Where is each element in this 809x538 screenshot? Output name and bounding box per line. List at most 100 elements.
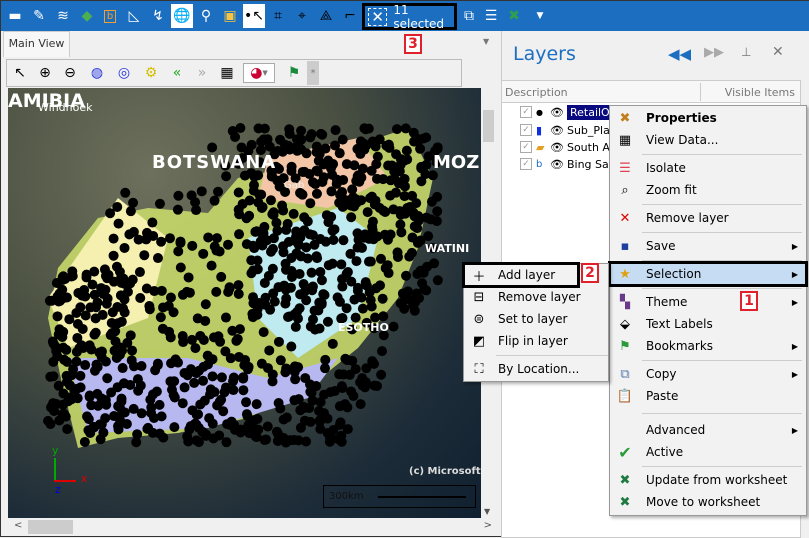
outlet-point (53, 380, 64, 391)
outlet-point (92, 388, 103, 399)
forward-icon[interactable]: » (192, 63, 212, 83)
tab-menu-icon[interactable]: ▼ (483, 37, 489, 46)
layers-icon[interactable]: ≋ (52, 4, 74, 28)
pointer-icon[interactable]: ↖ (10, 63, 30, 83)
menu-advanced[interactable]: Advanced ▶ (610, 419, 806, 441)
menu-update-from-worksheet[interactable]: ✖ Update from worksheet (610, 469, 806, 491)
map-horizontal-scrollbar[interactable]: < > (8, 518, 496, 536)
layer-row[interactable]: ✓ ▮ 👁 Sub_Pla (506, 121, 610, 139)
menu-zoom-fit[interactable]: ⌕ Zoom fit (610, 179, 806, 201)
menu-save[interactable]: ▪ Save ▶ (610, 235, 806, 257)
bookmark-icon[interactable]: ⚑ (284, 63, 304, 83)
menu-flip-in-layer[interactable]: ◩ Flip in layer (464, 330, 608, 352)
outlet-point (271, 217, 282, 228)
menu-remove-layer[interactable]: ✕ Remove layer (610, 207, 806, 229)
layer-row[interactable]: ✓ ▰ 👁 South A (506, 138, 610, 156)
back-icon[interactable]: « (167, 63, 187, 83)
outlet-point (320, 143, 331, 154)
more-button[interactable]: * (307, 61, 319, 85)
outlet-point (336, 430, 347, 441)
globe-extent-icon[interactable]: ◎ (114, 63, 134, 83)
select-line-icon[interactable]: ⌐ (339, 4, 361, 28)
outlet-point (179, 382, 190, 393)
menu-add-layer[interactable]: ＋ Add layer (462, 262, 580, 288)
outlet-point (98, 427, 109, 438)
outlet-point (247, 308, 258, 319)
map-view[interactable]: AMIBIA Windhoek BOTSWANA MOZ Gab WATINI … (8, 88, 481, 518)
menu-set-to-layer[interactable]: ⊜ Set to layer (464, 308, 608, 330)
outlet-point (244, 195, 255, 206)
pin-icon[interactable]: ⚲ (195, 4, 217, 28)
outlet-point (290, 321, 301, 332)
menu-paste[interactable]: 📋 Paste (610, 385, 806, 407)
tab-main-view[interactable]: Main View (3, 31, 70, 57)
window-icon[interactable]: ⧉ (458, 4, 480, 28)
outlet-point (293, 394, 304, 405)
outlet-point (62, 424, 73, 435)
zoom-out-icon[interactable]: ⊖ (60, 63, 80, 83)
menu-bookmarks[interactable]: ⚑ Bookmarks ▶ (610, 335, 806, 357)
menu-move-to-worksheet[interactable]: ✖ Move to worksheet (610, 491, 806, 513)
layer-row[interactable]: ✓ ● 👁 RetailOu (506, 103, 620, 121)
outlet-point (348, 391, 359, 402)
gear-icon[interactable]: ⚙ (141, 63, 161, 83)
theme-dropdown[interactable]: ◕ ▼ (243, 63, 275, 83)
clear-selection-button[interactable]: ✕ 11 selected (362, 3, 457, 31)
outlet-point (360, 377, 371, 388)
outlet-point (316, 275, 327, 286)
bing-icon[interactable]: b (99, 4, 121, 28)
column-description[interactable]: Description (505, 86, 568, 99)
pin-icon[interactable]: ⊥ (741, 45, 751, 59)
select-pointer-icon[interactable]: •↖ (243, 4, 265, 28)
outlet-point (156, 411, 167, 422)
close-icon[interactable]: ✕ (772, 44, 784, 60)
outlet-point (190, 197, 201, 208)
open-folder-icon[interactable]: ▬ (4, 4, 26, 28)
outlet-point (404, 202, 415, 213)
outlet-point (355, 136, 366, 147)
select-rect-icon[interactable]: ⌗ (267, 4, 289, 28)
menu-isolate[interactable]: ☰ Isolate (610, 157, 806, 179)
layers-grid-header: Description Visible Items (501, 80, 801, 103)
dropdown-icon[interactable]: ▼ (529, 4, 551, 28)
menu-by-location[interactable]: ⛶ By Location... (464, 358, 608, 380)
outlet-point (134, 267, 145, 278)
menu-text-labels[interactable]: ⬙ Text Labels (610, 313, 806, 335)
menu-theme[interactable]: ▚ Theme ▶ (610, 291, 806, 313)
excel-icon: ✖ (619, 494, 631, 510)
outlet-point (307, 395, 318, 406)
outlet-point (190, 343, 201, 354)
column-visible-items[interactable]: Visible Items (725, 86, 795, 99)
outlet-point (316, 128, 327, 139)
outlet-point (299, 212, 310, 223)
globe-full-icon[interactable]: ◍ (87, 63, 107, 83)
axis-icon[interactable]: ↯ (147, 4, 169, 28)
map-icon[interactable]: ◆ (76, 4, 98, 28)
zoom-in-icon[interactable]: ⊕ (35, 63, 55, 83)
menu-remove-from-layer[interactable]: ⊟ Remove layer (464, 286, 608, 308)
menu-selection[interactable]: ★ Selection ▶ (608, 261, 808, 287)
excel-icon: ✖ (619, 472, 631, 488)
outlet-point (265, 195, 276, 206)
copy-icon: ⧉ (620, 366, 630, 382)
outlet-point (233, 204, 244, 215)
collapse-left-icon[interactable]: ◀◀ (668, 45, 691, 63)
layer-row[interactable]: ✓ b 👁 Bing Sat (506, 155, 613, 173)
outlet-point (208, 433, 219, 444)
palette-icon[interactable]: ✎ (28, 4, 50, 28)
table-icon[interactable]: ☰ (480, 4, 502, 28)
expand-right-icon[interactable]: ▶▶ (704, 45, 724, 60)
select-polygon-icon[interactable]: ⟁ (315, 4, 337, 28)
menu-active[interactable]: ✔ Active (610, 441, 806, 463)
outlet-point (278, 241, 289, 252)
globe-icon[interactable]: 🌐 (171, 4, 193, 28)
menu-view-data[interactable]: ▦ View Data... (610, 129, 806, 151)
select-circle-icon[interactable]: ⌖ (291, 4, 313, 28)
menu-properties[interactable]: ✖ Properties (610, 107, 806, 129)
outlet-point (412, 237, 423, 248)
frame-icon[interactable]: ▣ (219, 4, 241, 28)
excel-icon[interactable]: ✖ (503, 4, 525, 28)
measure-icon[interactable]: ◺ (123, 4, 145, 28)
menu-copy[interactable]: ⧉ Copy ▶ (610, 363, 806, 385)
grid-icon[interactable]: ▦ (217, 63, 237, 83)
